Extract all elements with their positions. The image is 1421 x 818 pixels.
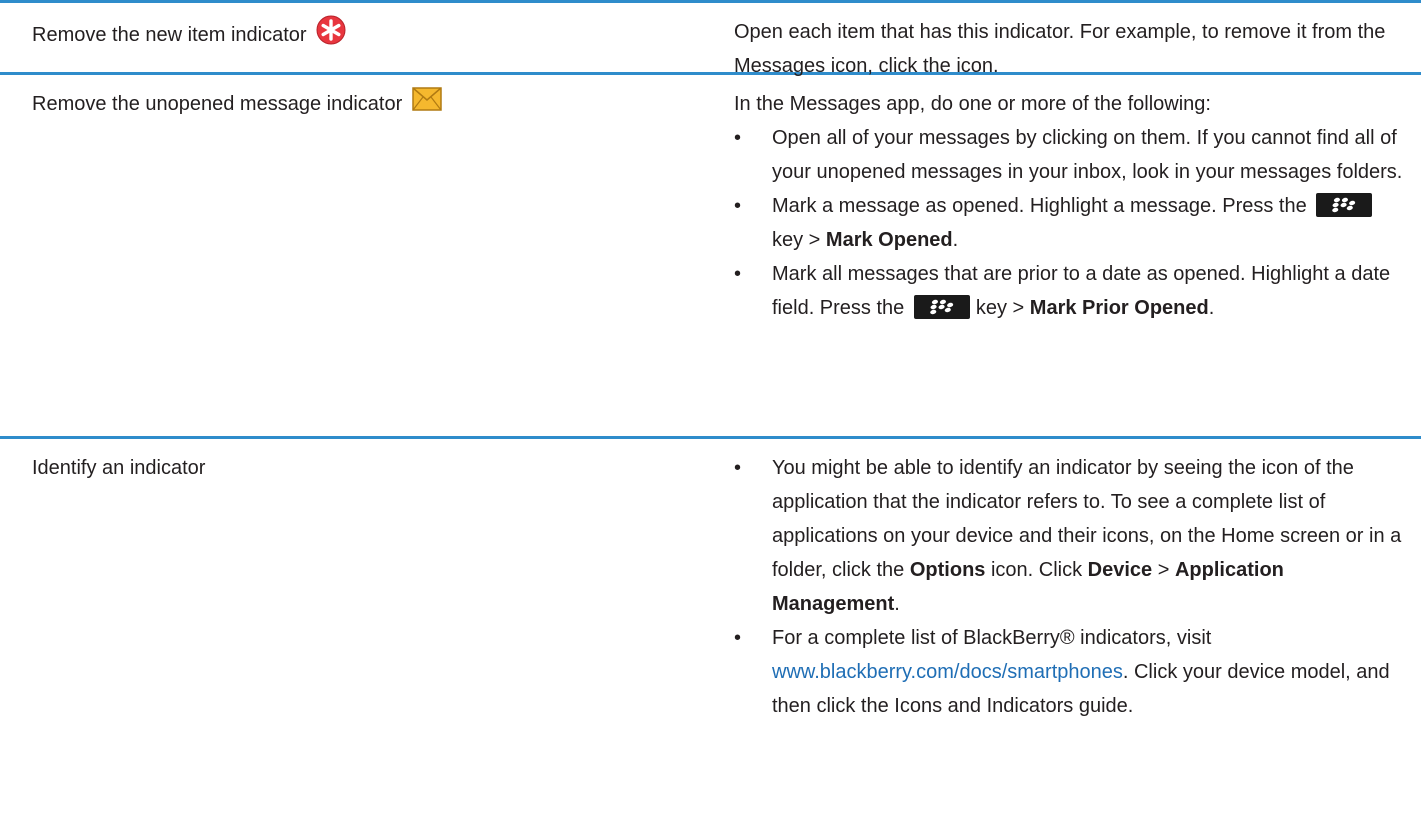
unopened-message-envelope-icon: [412, 87, 442, 122]
bullet-text-post: .: [1208, 297, 1215, 319]
bullet: •: [734, 627, 742, 649]
bullet: •: [734, 457, 742, 479]
bullet: •: [734, 263, 742, 285]
bullet: •: [734, 195, 742, 217]
bullet-text: Mark a message as opened. Highlight a me…: [772, 195, 1307, 217]
bullet-text: Open all of your messages by clicking on…: [772, 127, 1403, 183]
bullet-text-post: .: [952, 229, 959, 251]
table-row: Remove the unopened message indicator In…: [0, 72, 1421, 436]
bullet-text-mid: >: [1157, 559, 1170, 581]
bullet-text: For a complete list of BlackBerry® indic…: [772, 627, 1212, 649]
blackberry-menu-key-icon: [1316, 192, 1373, 217]
list-item: • For a complete list of BlackBerry® ind…: [734, 621, 1403, 723]
list-item: • You might be able to identify an indic…: [734, 451, 1403, 621]
description-cell: • You might be able to identify an indic…: [734, 439, 1421, 818]
bullet-text-bold: Mark Prior Opened: [1029, 297, 1209, 319]
bullet: •: [734, 127, 742, 149]
bullet-list: • Open all of your messages by clicking …: [734, 121, 1403, 325]
new-item-indicator-icon: [316, 15, 346, 56]
blackberry-docs-link[interactable]: www.blackberry.com/docs/smartphones: [772, 661, 1123, 683]
description-cell: In the Messages app, do one or more of t…: [734, 75, 1421, 436]
bullet-text: You might be able to identify an indicat…: [772, 457, 1402, 581]
task-cell: Remove the new item indicator: [0, 3, 734, 72]
list-item: • Mark all messages that are prior to a …: [734, 257, 1403, 325]
bullet-text-mid: key >: [975, 297, 1025, 319]
list-item: • Open all of your messages by clicking …: [734, 121, 1403, 189]
task-cell: Identify an indicator: [0, 439, 734, 818]
bullet-text-bold: Device: [1087, 559, 1153, 581]
task-label: Remove the new item indicator: [32, 23, 307, 46]
list-item: • Mark a message as opened. Highlight a …: [734, 189, 1403, 257]
table-row: Remove the new item indicator Open each …: [0, 0, 1421, 77]
bullet-text-mid: key >: [772, 229, 821, 251]
blackberry-menu-key-icon: [913, 294, 970, 319]
description-cell: Open each item that has this indicator. …: [734, 3, 1421, 77]
bullet-text-post: .: [894, 593, 900, 615]
table-row: Identify an indicator • You might be abl…: [0, 436, 1421, 818]
bullet-list: • You might be able to identify an indic…: [734, 451, 1403, 723]
task-label: Identify an indicator: [32, 457, 206, 479]
intro-text: In the Messages app, do one or more of t…: [734, 93, 1211, 115]
task-label: Remove the unopened message indicator: [32, 93, 403, 115]
indicator-table: Remove the new item indicator Open each …: [0, 0, 1421, 818]
bullet-text-mid: icon. Click: [990, 559, 1083, 581]
task-cell: Remove the unopened message indicator: [0, 75, 734, 436]
description-text: Open each item that has this indicator. …: [734, 21, 1386, 77]
bullet-text-bold: Options: [909, 559, 986, 581]
bullet-text-bold: Mark Opened: [825, 229, 953, 251]
